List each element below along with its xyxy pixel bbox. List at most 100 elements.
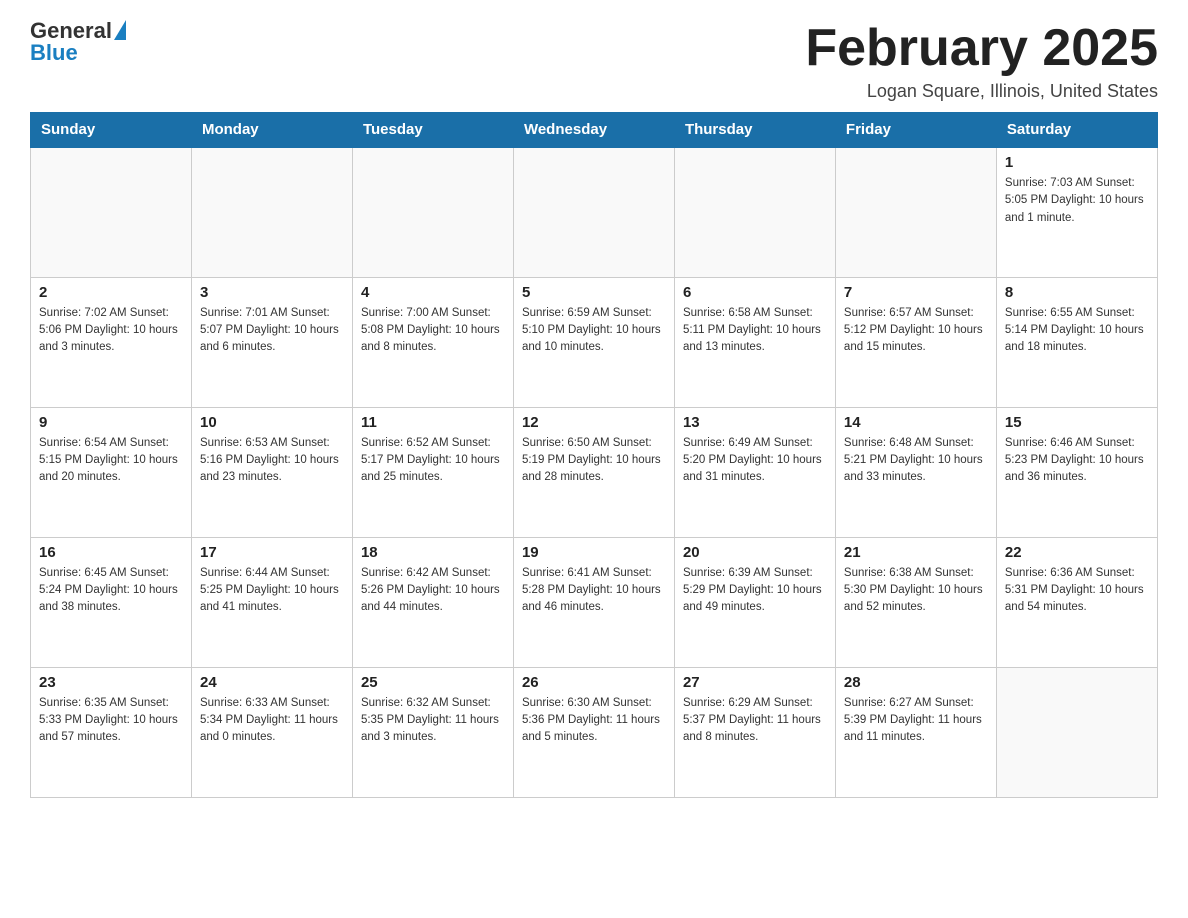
day-number: 11	[361, 414, 505, 431]
calendar-day-cell: 25 Sunrise: 6:32 AM Sunset: 5:35 PM Dayli…	[352, 667, 513, 797]
day-info: Sunrise: 6:58 AM Sunset: 5:11 PM Dayligh…	[683, 305, 827, 357]
calendar-day-cell: 7 Sunrise: 6:57 AM Sunset: 5:12 PM Daylig…	[835, 277, 996, 407]
day-number: 10	[200, 414, 344, 431]
logo-block: General Blue	[30, 20, 126, 64]
day-of-week-header: Thursday	[674, 113, 835, 148]
calendar-day-cell: 19Sunrise: 6:41 AM Sunset: 5:28 PM Dayli…	[513, 537, 674, 667]
day-number: 20	[683, 544, 827, 561]
logo: General Blue	[30, 20, 126, 64]
calendar-day-cell: 2 Sunrise: 7:02 AM Sunset: 5:06 PM Daylig…	[31, 277, 192, 407]
calendar-day-cell	[191, 147, 352, 277]
calendar-day-cell: 10Sunrise: 6:53 AM Sunset: 5:16 PM Dayli…	[191, 407, 352, 537]
day-info: Sunrise: 6:29 AM Sunset: 5:37 PM Dayligh…	[683, 695, 827, 747]
calendar-title: February 2025	[805, 20, 1158, 77]
day-info: Sunrise: 6:57 AM Sunset: 5:12 PM Dayligh…	[844, 305, 988, 357]
day-number: 18	[361, 544, 505, 561]
title-block: February 2025 Logan Square, Illinois, Un…	[805, 20, 1158, 102]
day-info: Sunrise: 6:39 AM Sunset: 5:29 PM Dayligh…	[683, 565, 827, 617]
calendar-day-cell: 23Sunrise: 6:35 AM Sunset: 5:33 PM Dayli…	[31, 667, 192, 797]
day-of-week-header: Sunday	[31, 113, 192, 148]
calendar-subtitle: Logan Square, Illinois, United States	[805, 81, 1158, 102]
day-info: Sunrise: 7:00 AM Sunset: 5:08 PM Dayligh…	[361, 305, 505, 357]
day-of-week-header: Friday	[835, 113, 996, 148]
calendar-day-cell: 18 Sunrise: 6:42 AM Sunset: 5:26 PM Dayli…	[352, 537, 513, 667]
day-info: Sunrise: 6:33 AM Sunset: 5:34 PM Dayligh…	[200, 695, 344, 747]
day-info: Sunrise: 6:54 AM Sunset: 5:15 PM Dayligh…	[39, 435, 183, 487]
logo-triangle-icon	[114, 20, 126, 40]
calendar-day-cell: 16 Sunrise: 6:45 AM Sunset: 5:24 PM Dayli…	[31, 537, 192, 667]
calendar-day-cell: 24 Sunrise: 6:33 AM Sunset: 5:34 PM Dayli…	[191, 667, 352, 797]
calendar-week-row: 23Sunrise: 6:35 AM Sunset: 5:33 PM Dayli…	[31, 667, 1158, 797]
calendar-day-cell: 28Sunrise: 6:27 AM Sunset: 5:39 PM Dayli…	[835, 667, 996, 797]
calendar-header: SundayMondayTuesdayWednesdayThursdayFrid…	[31, 113, 1158, 148]
calendar-day-cell: 20 Sunrise: 6:39 AM Sunset: 5:29 PM Dayli…	[674, 537, 835, 667]
day-info: Sunrise: 6:36 AM Sunset: 5:31 PM Dayligh…	[1005, 565, 1149, 617]
day-number: 26	[522, 674, 666, 691]
day-number: 14	[844, 414, 988, 431]
calendar-body: 1 Sunrise: 7:03 AM Sunset: 5:05 PM Daylig…	[31, 147, 1158, 797]
day-number: 3	[200, 284, 344, 301]
day-number: 16	[39, 544, 183, 561]
day-number: 4	[361, 284, 505, 301]
calendar-day-cell: 1 Sunrise: 7:03 AM Sunset: 5:05 PM Daylig…	[996, 147, 1157, 277]
day-info: Sunrise: 6:48 AM Sunset: 5:21 PM Dayligh…	[844, 435, 988, 487]
day-number: 5	[522, 284, 666, 301]
calendar-day-cell	[996, 667, 1157, 797]
calendar-day-cell: 11 Sunrise: 6:52 AM Sunset: 5:17 PM Dayli…	[352, 407, 513, 537]
day-info: Sunrise: 6:50 AM Sunset: 5:19 PM Dayligh…	[522, 435, 666, 487]
page-header: General Blue February 2025 Logan Square,…	[30, 20, 1158, 102]
logo-text-general: General	[30, 20, 112, 42]
day-info: Sunrise: 6:52 AM Sunset: 5:17 PM Dayligh…	[361, 435, 505, 487]
calendar-day-cell	[674, 147, 835, 277]
calendar-day-cell: 21 Sunrise: 6:38 AM Sunset: 5:30 PM Dayli…	[835, 537, 996, 667]
day-number: 17	[200, 544, 344, 561]
day-number: 1	[1005, 154, 1149, 171]
calendar-table: SundayMondayTuesdayWednesdayThursdayFrid…	[30, 112, 1158, 798]
day-of-week-header: Wednesday	[513, 113, 674, 148]
calendar-week-row: 16 Sunrise: 6:45 AM Sunset: 5:24 PM Dayli…	[31, 537, 1158, 667]
calendar-day-cell: 22 Sunrise: 6:36 AM Sunset: 5:31 PM Dayli…	[996, 537, 1157, 667]
day-of-week-header: Tuesday	[352, 113, 513, 148]
day-number: 7	[844, 284, 988, 301]
day-info: Sunrise: 6:49 AM Sunset: 5:20 PM Dayligh…	[683, 435, 827, 487]
calendar-day-cell: 15 Sunrise: 6:46 AM Sunset: 5:23 PM Dayli…	[996, 407, 1157, 537]
day-info: Sunrise: 6:38 AM Sunset: 5:30 PM Dayligh…	[844, 565, 988, 617]
calendar-week-row: 9 Sunrise: 6:54 AM Sunset: 5:15 PM Daylig…	[31, 407, 1158, 537]
day-number: 23	[39, 674, 183, 691]
calendar-day-cell: 14 Sunrise: 6:48 AM Sunset: 5:21 PM Dayli…	[835, 407, 996, 537]
calendar-day-cell	[835, 147, 996, 277]
day-number: 8	[1005, 284, 1149, 301]
calendar-day-cell: 17Sunrise: 6:44 AM Sunset: 5:25 PM Dayli…	[191, 537, 352, 667]
day-of-week-header: Saturday	[996, 113, 1157, 148]
day-number: 15	[1005, 414, 1149, 431]
day-number: 21	[844, 544, 988, 561]
day-number: 22	[1005, 544, 1149, 561]
calendar-day-cell: 8 Sunrise: 6:55 AM Sunset: 5:14 PM Daylig…	[996, 277, 1157, 407]
day-info: Sunrise: 6:41 AM Sunset: 5:28 PM Dayligh…	[522, 565, 666, 617]
calendar-day-cell	[352, 147, 513, 277]
logo-text-blue: Blue	[30, 42, 126, 64]
day-info: Sunrise: 6:59 AM Sunset: 5:10 PM Dayligh…	[522, 305, 666, 357]
calendar-day-cell: 4 Sunrise: 7:00 AM Sunset: 5:08 PM Daylig…	[352, 277, 513, 407]
day-number: 27	[683, 674, 827, 691]
day-info: Sunrise: 7:02 AM Sunset: 5:06 PM Dayligh…	[39, 305, 183, 357]
day-info: Sunrise: 6:45 AM Sunset: 5:24 PM Dayligh…	[39, 565, 183, 617]
day-info: Sunrise: 6:46 AM Sunset: 5:23 PM Dayligh…	[1005, 435, 1149, 487]
day-info: Sunrise: 7:03 AM Sunset: 5:05 PM Dayligh…	[1005, 175, 1149, 227]
calendar-week-row: 1 Sunrise: 7:03 AM Sunset: 5:05 PM Daylig…	[31, 147, 1158, 277]
day-number: 6	[683, 284, 827, 301]
day-info: Sunrise: 6:32 AM Sunset: 5:35 PM Dayligh…	[361, 695, 505, 747]
day-number: 12	[522, 414, 666, 431]
day-number: 25	[361, 674, 505, 691]
day-info: Sunrise: 6:55 AM Sunset: 5:14 PM Dayligh…	[1005, 305, 1149, 357]
day-info: Sunrise: 6:27 AM Sunset: 5:39 PM Dayligh…	[844, 695, 988, 747]
calendar-day-cell: 26Sunrise: 6:30 AM Sunset: 5:36 PM Dayli…	[513, 667, 674, 797]
calendar-day-cell: 27 Sunrise: 6:29 AM Sunset: 5:37 PM Dayli…	[674, 667, 835, 797]
day-number: 24	[200, 674, 344, 691]
day-info: Sunrise: 6:42 AM Sunset: 5:26 PM Dayligh…	[361, 565, 505, 617]
calendar-day-cell: 3Sunrise: 7:01 AM Sunset: 5:07 PM Daylig…	[191, 277, 352, 407]
day-number: 2	[39, 284, 183, 301]
day-number: 9	[39, 414, 183, 431]
calendar-day-cell: 5 Sunrise: 6:59 AM Sunset: 5:10 PM Daylig…	[513, 277, 674, 407]
calendar-day-cell	[513, 147, 674, 277]
